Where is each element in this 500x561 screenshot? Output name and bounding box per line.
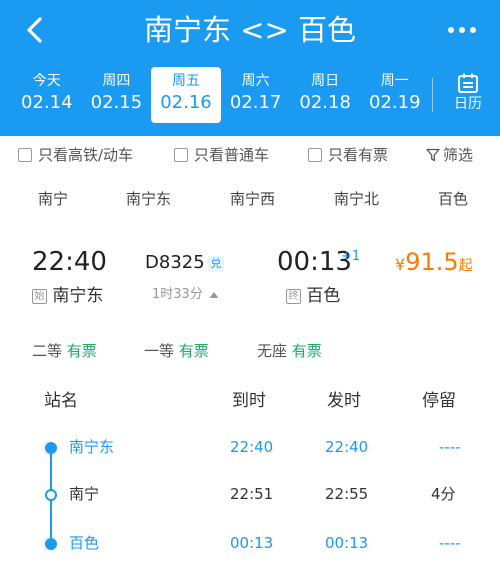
station-chip[interactable]: 南宁东 <box>126 186 171 212</box>
calendar-button[interactable]: 日历 <box>446 70 490 120</box>
date-weekday: 周六 <box>241 73 270 89</box>
checkbox[interactable] <box>308 148 322 162</box>
departure-time: 22:40 <box>32 247 107 277</box>
seat-class-second: 二等 有票 <box>32 340 97 362</box>
date-value: 02.15 <box>90 92 143 113</box>
price-value: 91.5 <box>405 248 459 276</box>
stop-arrive: 22:51 <box>230 485 274 503</box>
date-selector: 今天 02.14 周四 02.15 周五 02.16 周六 02.17 周日 0… <box>12 67 430 123</box>
arrival-station-name: 百色 <box>306 286 341 306</box>
stop-depart: 22:55 <box>325 485 369 503</box>
stop-stay: 4分 <box>431 485 456 503</box>
stop-stay: ---- <box>439 534 461 552</box>
date-tab-0214[interactable]: 今天 02.14 <box>12 67 82 123</box>
date-weekday: 周一 <box>380 73 409 89</box>
filter-bar: 只看高铁/动车 只看普通车 只看有票 筛选 <box>0 136 500 174</box>
date-value: 02.16 <box>160 92 212 113</box>
stop-depart: 22:40 <box>325 438 369 456</box>
stop-arrive: 22:40 <box>230 438 274 456</box>
seat-availability: 有票 <box>291 342 322 360</box>
header-station: 站名 <box>44 391 78 411</box>
filter-normal-train[interactable]: 只看普通车 <box>174 144 269 166</box>
stop-name: 百色 <box>69 534 100 552</box>
price: ¥91.5起 <box>395 248 473 276</box>
seat-class-label: 二等 <box>32 342 63 360</box>
more-button[interactable] <box>444 18 480 42</box>
date-value: 02.14 <box>21 92 73 113</box>
checkbox[interactable] <box>174 148 188 162</box>
seat-class-first: 一等 有票 <box>144 340 209 362</box>
price-suffix: 起 <box>458 258 473 274</box>
caret-up-icon <box>209 291 219 298</box>
station-filter-row: 南宁 南宁东 南宁西 南宁北 百色 <box>0 186 500 214</box>
train-number: D8325 <box>145 252 205 273</box>
station-chip[interactable]: 南宁北 <box>334 186 379 212</box>
seat-availability: 有票 <box>66 342 97 360</box>
filter-label: 只看有票 <box>328 146 389 164</box>
top-bar: 南宁东 <> 百色 今天 02.14 周四 02.15 周五 02.16 周六 … <box>0 0 500 136</box>
duration-text: 1时33分 <box>152 287 203 302</box>
stop-name: 南宁东 <box>69 438 115 456</box>
stop-name: 南宁 <box>69 485 100 503</box>
arrival-station: 终 百色 <box>286 284 340 308</box>
origin-tag: 始 <box>32 288 47 304</box>
timeline-dot <box>45 489 57 501</box>
page-title: 南宁东 <> 百色 <box>143 13 357 47</box>
date-weekday: 周日 <box>311 73 340 89</box>
terminal-tag: 终 <box>286 288 301 304</box>
calendar-icon <box>458 73 478 93</box>
date-weekday: 今天 <box>32 73 61 89</box>
filter-label: 只看普通车 <box>194 146 270 164</box>
date-weekday: 周四 <box>102 73 131 89</box>
funnel-icon <box>426 148 440 162</box>
stop-arrive: 00:13 <box>230 534 274 552</box>
date-value: 02.17 <box>229 92 282 113</box>
station-chip[interactable]: 百色 <box>438 186 468 212</box>
date-value: 02.19 <box>369 92 421 113</box>
filter-has-ticket[interactable]: 只看有票 <box>308 144 388 166</box>
divider <box>432 78 433 112</box>
seat-availability: 有票 <box>178 342 209 360</box>
station-chip[interactable]: 南宁 <box>38 186 68 212</box>
seat-class-label: 无座 <box>257 342 288 360</box>
date-value: 02.18 <box>299 92 351 113</box>
more-dots-icon <box>448 27 476 33</box>
header-arrive: 到时 <box>232 391 266 411</box>
seat-class-standing: 无座 有票 <box>257 340 322 362</box>
timeline-dot <box>45 538 57 550</box>
timeline-dot <box>45 442 57 454</box>
currency-symbol: ¥ <box>395 255 406 274</box>
header-stay: 停留 <box>422 391 456 411</box>
filter-high-speed[interactable]: 只看高铁/动车 <box>18 144 133 166</box>
stop-stay: ---- <box>439 438 461 456</box>
checkbox[interactable] <box>18 148 32 162</box>
departure-station-name: 南宁东 <box>52 286 104 306</box>
header-depart: 发时 <box>327 391 361 411</box>
calendar-label: 日历 <box>454 96 482 112</box>
date-tab-0217[interactable]: 周六 02.17 <box>221 67 291 123</box>
filter-label: 只看高铁/动车 <box>38 146 134 164</box>
duration-toggle[interactable]: 1时33分 <box>152 285 219 305</box>
filter-button[interactable]: 筛选 <box>426 144 473 166</box>
departure-station: 始 南宁东 <box>32 284 103 308</box>
date-tab-0215[interactable]: 周四 02.15 <box>82 67 152 123</box>
date-tab-0219[interactable]: 周一 02.19 <box>360 67 430 123</box>
seat-class-label: 一等 <box>144 342 175 360</box>
station-chip[interactable]: 南宁西 <box>230 186 275 212</box>
date-tab-0218[interactable]: 周日 02.18 <box>290 67 360 123</box>
date-tab-0216-selected[interactable]: 周五 02.16 <box>151 67 221 123</box>
redeem-badge: 兑 <box>208 256 224 272</box>
date-weekday: 周五 <box>171 73 200 89</box>
next-day-indicator: +1 <box>341 249 361 264</box>
filter-label: 筛选 <box>443 146 474 164</box>
stop-depart: 00:13 <box>325 534 369 552</box>
